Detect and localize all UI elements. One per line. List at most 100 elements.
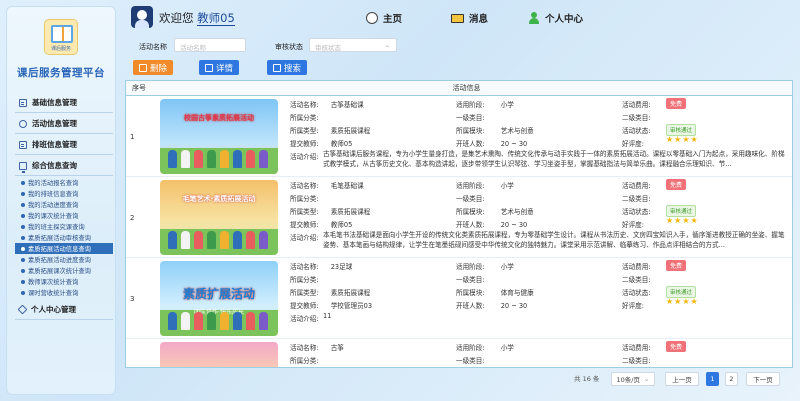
menu-group-personal[interactable]: 个人中心管理 bbox=[15, 300, 113, 320]
bullet-icon bbox=[21, 224, 25, 229]
field-fee: 活动费用: bbox=[622, 342, 651, 352]
field-intro-label: 活动介绍: bbox=[290, 313, 319, 323]
menu-group-schedule-info[interactable]: 排班信息管理 bbox=[15, 135, 113, 155]
menu-group-basic-info[interactable]: 基础信息管理 bbox=[15, 93, 113, 113]
table-row[interactable]: 2 毛笔艺术·素质拓展活动 活动名称: 毛笔基础课 所属分类: 所属类型: 素质… bbox=[126, 177, 792, 258]
activity-name-label: 活动名称 bbox=[139, 43, 167, 51]
intro-text: 本毛笔书法基础课是面向小学生开设的传统文化类素质拓展课程，专为零基础学生设计。课… bbox=[323, 231, 785, 249]
activity-thumbnail[interactable]: 毛笔艺术·素质拓展活动 bbox=[160, 180, 278, 255]
field-label: 活动费用: bbox=[622, 263, 651, 271]
student-figure bbox=[233, 150, 242, 168]
detail-button[interactable]: 详情 bbox=[199, 60, 240, 75]
table-row[interactable]: 3 素质扩展活动 团队协作·快乐成长 活动名称: 23足球 所属分类: 所属类型… bbox=[126, 258, 792, 339]
field-stage: 适用阶段: 小学 bbox=[456, 99, 514, 109]
field-label: 活动名称: bbox=[290, 182, 319, 190]
search-button[interactable]: 搜索 bbox=[267, 60, 308, 75]
student-figure bbox=[181, 231, 190, 249]
student-figure bbox=[220, 231, 229, 249]
review-status-label: 审核状态 bbox=[275, 43, 303, 51]
sidebar-item-label: 我的排班信息查询 bbox=[28, 191, 79, 198]
page-size-select[interactable]: 10条/页 ⌄ bbox=[611, 372, 655, 386]
field-value: 小学 bbox=[500, 344, 514, 352]
sidebar: 课后服务 课后服务管理平台 基础信息管理 活动信息管理 排班信息管理 综合信息查… bbox=[6, 6, 116, 395]
nav-home[interactable]: 主页 bbox=[366, 6, 402, 30]
field-label: 活动费用: bbox=[622, 101, 651, 109]
thumb-title: 校园古筝素质拓展活动 bbox=[184, 114, 254, 122]
field-name: 活动名称: 23足球 bbox=[290, 261, 352, 271]
sidebar-item-revenue-stats[interactable]: 课时营收统计查询 bbox=[15, 287, 113, 298]
field-stage: 适用阶段: 小学 bbox=[456, 261, 514, 271]
sidebar-item-label: 我的班主探究课查询 bbox=[28, 224, 85, 231]
sidebar-item-my-inquiry-class[interactable]: 我的班主探究课查询 bbox=[15, 221, 113, 232]
review-status-placeholder: 审核状态 bbox=[315, 44, 341, 52]
nav-profile[interactable]: 个人中心 bbox=[528, 6, 583, 30]
field-category: 所属分类: bbox=[290, 355, 319, 365]
sidebar-item-my-enrollment[interactable]: 我的活动报名查询 bbox=[15, 177, 113, 188]
field-value: 古筝基础课 bbox=[330, 101, 364, 109]
sidebar-item-my-sessions[interactable]: 我的课次统计查询 bbox=[15, 210, 113, 221]
student-figure bbox=[168, 312, 177, 330]
field-level1: 一级类目: bbox=[456, 193, 485, 203]
sidebar-item-session-stats[interactable]: 素质拓展课次统计查询 bbox=[15, 265, 113, 276]
field-module: 所属模块: 体育与健康 bbox=[456, 287, 534, 297]
field-type: 所属类型: 素质拓展课程 bbox=[290, 125, 370, 135]
username-link[interactable]: 教师05 bbox=[197, 11, 235, 26]
activity-thumbnail[interactable]: 校园古筝素质拓展活动 bbox=[160, 99, 278, 174]
nav-messages[interactable]: 消息 bbox=[451, 6, 488, 30]
page-1-button[interactable]: 1 bbox=[706, 372, 719, 386]
sidebar-item-my-progress[interactable]: 我的活动进度查询 bbox=[15, 199, 113, 210]
field-module: 所属模块: 艺术与创意 bbox=[456, 206, 534, 216]
page-2-button[interactable]: 2 bbox=[725, 372, 738, 386]
activity-thumbnail[interactable]: 素质扩展活动 bbox=[160, 342, 278, 367]
field-label: 活动名称: bbox=[290, 344, 319, 352]
student-figure bbox=[194, 150, 203, 168]
menu-group-query[interactable]: 综合信息查询 bbox=[15, 156, 113, 176]
table-row[interactable]: 4 素质扩展活动 活动名称: 古筝 所属分类: 所属类型: 素质拓展课程 提交教… bbox=[126, 339, 792, 367]
field-label: 适用阶段: bbox=[456, 182, 485, 190]
sidebar-item-teacher-stats[interactable]: 教师课次统计查询 bbox=[15, 276, 113, 287]
field-fee: 活动费用: bbox=[622, 261, 651, 271]
table-row[interactable]: 1 校园古筝素质拓展活动 活动名称: 古筝基础课 所属分类: 所属类型: 素质拓… bbox=[126, 96, 792, 177]
page-size-value: 10条/页 bbox=[616, 376, 640, 384]
activity-thumbnail[interactable]: 素质扩展活动 团队协作·快乐成长 bbox=[160, 261, 278, 336]
sidebar-item-label: 教师课次统计查询 bbox=[28, 279, 79, 286]
field-label: 所属分类: bbox=[290, 114, 319, 122]
row-index: 2 bbox=[130, 214, 135, 222]
avatar[interactable] bbox=[131, 6, 153, 28]
field-level2: 二级类目: bbox=[622, 112, 651, 122]
field-label: 活动状态: bbox=[622, 127, 651, 135]
review-status-select[interactable]: 审核状态 ⌄ bbox=[309, 38, 397, 52]
sidebar-item-review-query[interactable]: 素质拓展活动审核查询 bbox=[15, 232, 113, 243]
sidebar-item-my-schedule[interactable]: 我的排班信息查询 bbox=[15, 188, 113, 199]
field-value: 素质拓展课程 bbox=[330, 289, 371, 297]
field-value: 教师05 bbox=[330, 140, 353, 148]
field-status: 活动状态: bbox=[622, 206, 651, 216]
user-icon bbox=[528, 12, 540, 24]
sidebar-item-activity-progress-query[interactable]: 素质拓展活动进度查询 bbox=[15, 254, 113, 265]
field-value: 小学 bbox=[500, 263, 514, 271]
intro-text: 11 bbox=[323, 312, 332, 320]
student-figure bbox=[220, 150, 229, 168]
field-label: 开班人数: bbox=[456, 140, 485, 148]
search-label: 搜索 bbox=[284, 63, 302, 74]
student-figure bbox=[168, 231, 177, 249]
field-label: 适用阶段: bbox=[456, 101, 485, 109]
nav-profile-label: 个人中心 bbox=[545, 14, 584, 25]
prev-page-button[interactable]: 上一页 bbox=[665, 372, 699, 386]
delete-button[interactable]: 删除 bbox=[133, 60, 174, 75]
field-label: 所属分类: bbox=[290, 276, 319, 284]
next-page-button[interactable]: 下一页 bbox=[746, 372, 780, 386]
activity-name-input[interactable]: 活动名称 bbox=[174, 38, 246, 52]
field-label: 适用阶段: bbox=[456, 344, 485, 352]
field-value: 毛笔基础课 bbox=[330, 182, 364, 190]
field-name: 活动名称: 毛笔基础课 bbox=[290, 180, 364, 190]
student-figure bbox=[233, 231, 242, 249]
field-label: 所属类型: bbox=[290, 289, 319, 297]
field-label: 提交教师: bbox=[290, 221, 319, 229]
nav-messages-label: 消息 bbox=[469, 14, 489, 25]
menu-group-activity-info[interactable]: 活动信息管理 bbox=[15, 114, 113, 134]
sidebar-item-activity-info-query[interactable]: 素质拓展活动信息查询 bbox=[15, 243, 113, 254]
rating-stars: ★★★★ bbox=[666, 297, 699, 306]
student-figure bbox=[259, 150, 268, 168]
fee-badge: 免费 bbox=[666, 98, 687, 109]
